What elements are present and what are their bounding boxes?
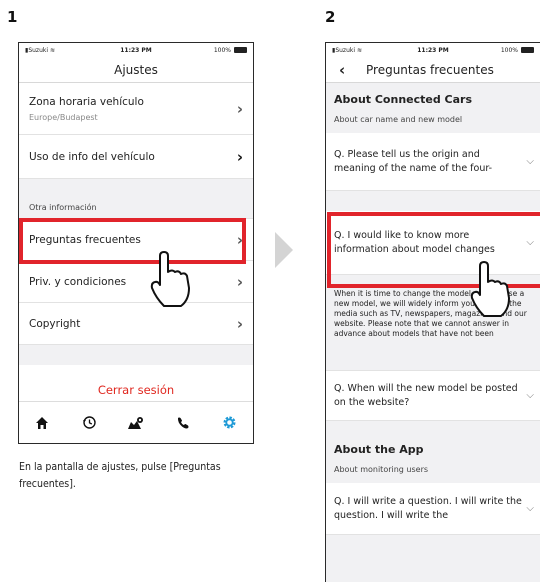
- section-label: Otra información: [19, 179, 253, 219]
- map-icon[interactable]: [124, 411, 148, 435]
- phone-icon[interactable]: [171, 411, 195, 435]
- faq-question-text: Q. Please tell us the origin and meaning…: [334, 148, 493, 174]
- settings-item-vehicle-info[interactable]: Uso de info del vehículo ›: [19, 135, 253, 179]
- faq-section-subtitle: About monitoring users: [326, 463, 540, 483]
- faq-question-item[interactable]: Q. Please tell us the origin and meaning…: [326, 133, 540, 191]
- chevron-right-icon: ›: [236, 99, 243, 118]
- chevron-down-icon: ⌵: [526, 503, 534, 514]
- faq-question-item[interactable]: Q. I will write a question. I will write…: [326, 483, 540, 535]
- page-title: Preguntas frecuentes: [366, 62, 494, 77]
- tap-hand-icon: [470, 261, 510, 317]
- settings-item-value: Europe/Budapest: [29, 112, 98, 122]
- settings-item-timezone[interactable]: Zona horaria vehículo Europe/Budapest ›: [19, 83, 253, 135]
- step-caption: En la pantalla de ajustes, pulse [Pregun…: [19, 461, 221, 490]
- faq-section-header: About Connected Cars: [326, 83, 540, 113]
- faq-section-header: About the App: [326, 433, 540, 463]
- settings-header: Ajustes: [19, 57, 253, 83]
- status-time: 11:23 PM: [417, 46, 449, 54]
- faq-section-subtitle: About car name and new model: [326, 113, 540, 133]
- settings-item-label: Priv. y condiciones: [29, 275, 127, 288]
- chevron-down-icon: ⌵: [526, 390, 534, 401]
- back-chevron-icon[interactable]: ‹: [339, 61, 345, 79]
- spacer: [326, 191, 540, 211]
- chevron-right-icon: ›: [236, 272, 243, 291]
- chevron-down-icon: ⌵: [526, 156, 534, 167]
- settings-item-label: Copyright: [29, 317, 81, 330]
- status-bar: ▮Suzuki ≋ 11:23 PM 100%: [326, 43, 540, 57]
- faq-question-text: Q. I will write a question. I will write…: [334, 495, 522, 521]
- settings-item-label: Zona horaria vehículo: [29, 95, 144, 108]
- settings-gear-icon[interactable]: [218, 411, 242, 435]
- spacer: [19, 345, 253, 365]
- chevron-right-icon: ›: [236, 314, 243, 333]
- spacer: [326, 535, 540, 582]
- spacer: [326, 421, 540, 433]
- faq-header: ‹ Preguntas frecuentes: [326, 57, 540, 83]
- step-number-1: 1: [7, 8, 18, 26]
- history-icon[interactable]: [77, 411, 101, 435]
- settings-item-label: Uso de info del vehículo: [29, 150, 155, 163]
- status-time: 11:23 PM: [120, 46, 152, 54]
- step-number-2: 2: [325, 8, 336, 26]
- settings-item-privacy[interactable]: Priv. y condiciones ›: [19, 261, 253, 303]
- page-title: Ajustes: [114, 62, 158, 77]
- chevron-right-icon: ›: [236, 147, 243, 166]
- faq-question-item[interactable]: Q. When will the new model be posted on …: [326, 371, 540, 421]
- highlight-box-faq-item: [19, 218, 246, 264]
- next-step-arrow-icon: [275, 232, 293, 268]
- tab-bar: [19, 401, 253, 443]
- home-icon[interactable]: [30, 411, 54, 435]
- settings-item-copyright[interactable]: Copyright ›: [19, 303, 253, 345]
- status-bar: ▮Suzuki ≋ 11:23 PM 100%: [19, 43, 253, 57]
- tap-hand-icon: [150, 251, 190, 307]
- faq-question-text: Q. When will the new model be posted on …: [334, 382, 518, 408]
